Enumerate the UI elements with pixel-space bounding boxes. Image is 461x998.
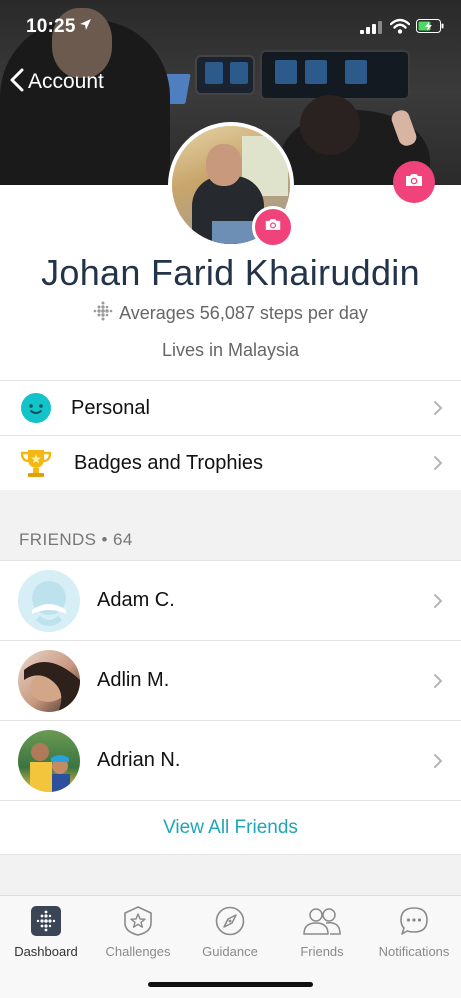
wifi-icon — [389, 18, 411, 39]
profile-name: Johan Farid Khairuddin — [41, 252, 420, 293]
friend-row[interactable]: Adlin M. — [0, 641, 461, 721]
tab-label: Notifications — [378, 944, 450, 959]
camera-icon — [404, 172, 424, 193]
tab-friends[interactable]: Friends — [276, 904, 368, 964]
tab-challenges[interactable]: Challenges — [92, 904, 184, 964]
trophy-icon — [19, 446, 53, 480]
friend-avatar-photo — [18, 730, 80, 792]
friend-row[interactable]: Adam C. — [0, 561, 461, 641]
tab-guidance[interactable]: Guidance — [184, 904, 276, 964]
change-cover-photo-button[interactable] — [393, 161, 435, 203]
smiley-face-icon — [19, 391, 53, 425]
battery-icon — [416, 19, 444, 38]
steps-text: Averages 56,087 steps per day — [119, 303, 368, 323]
menu-item-label: Badges and Trophies — [74, 452, 264, 474]
friend-avatar-photo — [18, 650, 80, 712]
menu-item-label: Personal — [71, 397, 150, 419]
compass-icon — [184, 904, 276, 938]
menu-item-personal[interactable]: Personal — [0, 381, 461, 436]
change-avatar-button[interactable] — [252, 206, 294, 248]
status-time: 10:25 — [26, 16, 76, 37]
back-label: Account — [28, 70, 104, 93]
friend-name: Adlin M. — [97, 669, 170, 691]
camera-icon — [264, 217, 282, 237]
friend-avatar-default — [18, 570, 80, 632]
friends-icon — [276, 904, 368, 938]
challenges-star-icon — [92, 904, 184, 938]
tab-label: Friends — [300, 944, 344, 959]
tab-label: Guidance — [202, 944, 258, 959]
chevron-left-icon — [10, 68, 24, 97]
home-indicator[interactable] — [148, 982, 313, 987]
menu-item-badges[interactable]: Badges and Trophies — [0, 436, 461, 491]
tab-label: Challenges — [105, 944, 171, 959]
view-all-friends-link[interactable]: View All Friends — [0, 800, 461, 855]
tab-label: Dashboard — [14, 944, 78, 959]
chevron-right-icon — [433, 673, 443, 689]
chevron-right-icon — [433, 400, 443, 416]
tab-dashboard[interactable]: Dashboard — [0, 904, 92, 964]
friends-list: Adam C. Adlin M. Adrian N. — [0, 560, 461, 801]
chat-bubble-icon — [368, 904, 460, 938]
location-arrow-icon — [79, 18, 92, 36]
back-button[interactable]: Account — [10, 66, 104, 98]
status-bar: 10:25 — [0, 0, 461, 50]
friend-row[interactable]: Adrian N. — [0, 721, 461, 801]
steps-average: Averages 56,087 steps per day — [0, 301, 461, 326]
section-spacer — [0, 855, 461, 895]
fitbit-dots-icon — [93, 301, 113, 326]
tab-notifications[interactable]: Notifications — [368, 904, 460, 964]
profile-menu: Personal Badges and Trophies — [0, 380, 461, 491]
friends-header: FRIENDS • 64 — [19, 530, 133, 549]
friend-name: Adam C. — [97, 589, 175, 611]
chevron-right-icon — [433, 593, 443, 609]
cellular-signal-icon — [360, 20, 382, 39]
dashboard-icon — [0, 904, 92, 938]
friend-name: Adrian N. — [97, 749, 181, 771]
chevron-right-icon — [433, 455, 443, 471]
location-text: Lives in Malaysia — [161, 340, 300, 360]
chevron-right-icon — [433, 753, 443, 769]
